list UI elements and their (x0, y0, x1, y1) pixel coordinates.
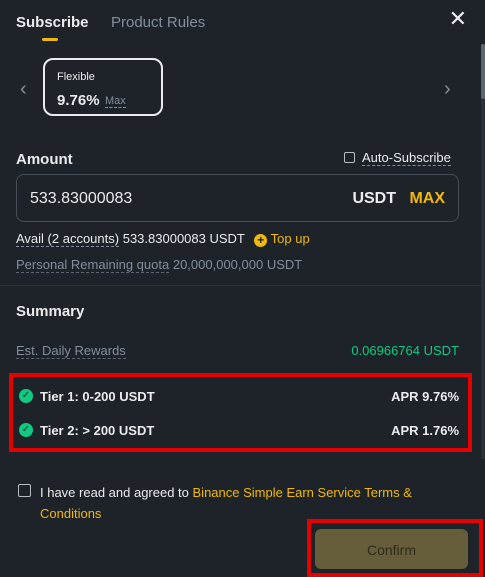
amount-label: Amount (16, 151, 73, 168)
available-balance: Avail (2 accounts) 533.83000083 USDT + T… (16, 231, 310, 247)
chevron-left-icon[interactable]: ‹ (20, 78, 27, 101)
top-up-link[interactable]: Top up (271, 231, 310, 246)
agreement-text: I have read and agreed to Binance Simple… (40, 482, 460, 524)
divider (0, 285, 485, 286)
scrollbar-thumb[interactable] (481, 44, 485, 99)
check-circle-icon: ✓ (19, 389, 33, 403)
plus-circle-icon[interactable]: + (254, 234, 268, 247)
product-name: Flexible (57, 71, 95, 83)
chevron-right-icon[interactable]: › (444, 78, 451, 101)
auto-subscribe-checkbox[interactable] (344, 152, 355, 163)
max-button[interactable]: MAX (409, 190, 445, 208)
auto-subscribe-label[interactable]: Auto-Subscribe (362, 151, 451, 166)
tier-2-label: Tier 2: > 200 USDT (40, 423, 155, 438)
agreement-prefix: I have read and agreed to (40, 485, 193, 500)
product-max-label: Max (105, 95, 126, 108)
tier-1-apr: APR 9.76% (391, 389, 459, 404)
remaining-quota: Personal Remaining quota 20,000,000,000 … (16, 257, 303, 273)
tier-2-apr: APR 1.76% (391, 423, 459, 438)
scrollbar-track[interactable] (481, 44, 485, 459)
tiers-highlight-box (9, 373, 472, 452)
tab-subscribe[interactable]: Subscribe (16, 14, 89, 31)
agreement-checkbox[interactable] (18, 484, 31, 497)
tier-1-label: Tier 1: 0-200 USDT (40, 389, 155, 404)
product-card-flexible[interactable]: Flexible 9.76% Max (43, 58, 163, 116)
summary-title: Summary (16, 303, 85, 320)
product-rate: 9.76% (57, 92, 100, 109)
amount-input[interactable]: 533.83000083 USDT MAX (16, 174, 459, 222)
tab-product-rules[interactable]: Product Rules (111, 14, 205, 31)
daily-rewards-value: 0.06966764 USDT (351, 343, 459, 358)
check-circle-icon: ✓ (19, 423, 33, 437)
close-icon[interactable]: ✕ (449, 8, 467, 30)
avail-label[interactable]: Avail (2 accounts) (16, 231, 120, 247)
amount-value[interactable]: 533.83000083 (30, 190, 132, 208)
clipped-note (16, 458, 459, 464)
avail-value: 533.83000083 USDT (122, 231, 245, 246)
confirm-button[interactable]: Confirm (315, 529, 468, 569)
amount-unit: USDT (352, 190, 396, 207)
quota-label: Personal Remaining quota (16, 257, 170, 273)
active-tab-indicator (42, 38, 58, 41)
daily-rewards-label: Est. Daily Rewards (16, 343, 126, 359)
quota-value: 20,000,000,000 USDT (172, 257, 303, 272)
